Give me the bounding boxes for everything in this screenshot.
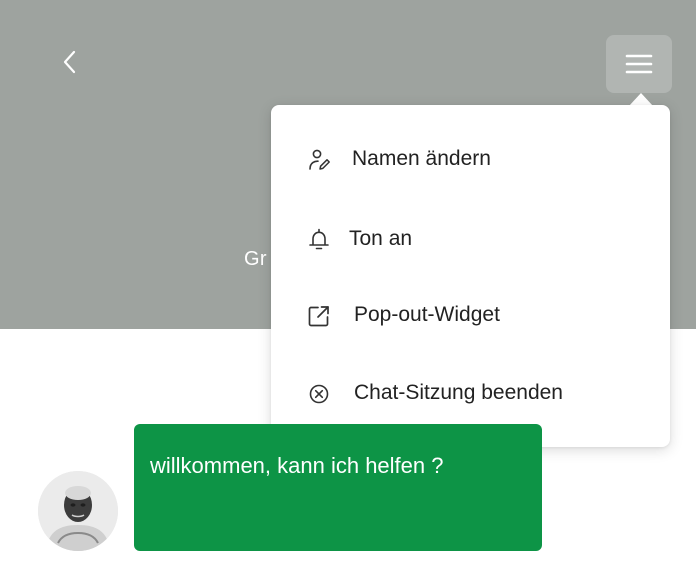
agent-message-bubble: willkommen, kann ich helfen ? bbox=[134, 424, 542, 551]
bell-icon bbox=[307, 228, 331, 252]
menu-item-popout-widget[interactable]: Pop-out-Widget bbox=[271, 288, 670, 344]
menu-item-end-chat[interactable]: Chat-Sitzung beenden bbox=[271, 366, 670, 422]
menu-item-label: Pop-out-Widget bbox=[354, 303, 500, 326]
hamburger-menu-icon bbox=[625, 54, 653, 74]
menu-item-label: Ton an bbox=[349, 227, 413, 250]
options-menu: Namen ändern Ton an Pop-out-Widget Chat-… bbox=[271, 105, 670, 447]
menu-item-label: Namen ändern bbox=[352, 147, 491, 170]
close-circle-icon bbox=[307, 382, 331, 406]
external-link-icon bbox=[307, 304, 331, 328]
chevron-left-icon bbox=[63, 50, 76, 74]
menu-item-label: Chat-Sitzung beenden bbox=[354, 381, 563, 404]
user-edit-icon bbox=[307, 148, 331, 172]
menu-button[interactable] bbox=[606, 35, 672, 93]
message-text: willkommen, kann ich helfen ? bbox=[150, 453, 444, 478]
agent-avatar bbox=[38, 471, 118, 551]
menu-item-change-name[interactable]: Namen ändern bbox=[271, 132, 670, 188]
header-title: Gr bbox=[244, 248, 267, 270]
menu-item-sound-on[interactable]: Ton an bbox=[271, 212, 670, 268]
back-button[interactable] bbox=[50, 40, 90, 84]
person-photo-icon bbox=[38, 471, 118, 551]
